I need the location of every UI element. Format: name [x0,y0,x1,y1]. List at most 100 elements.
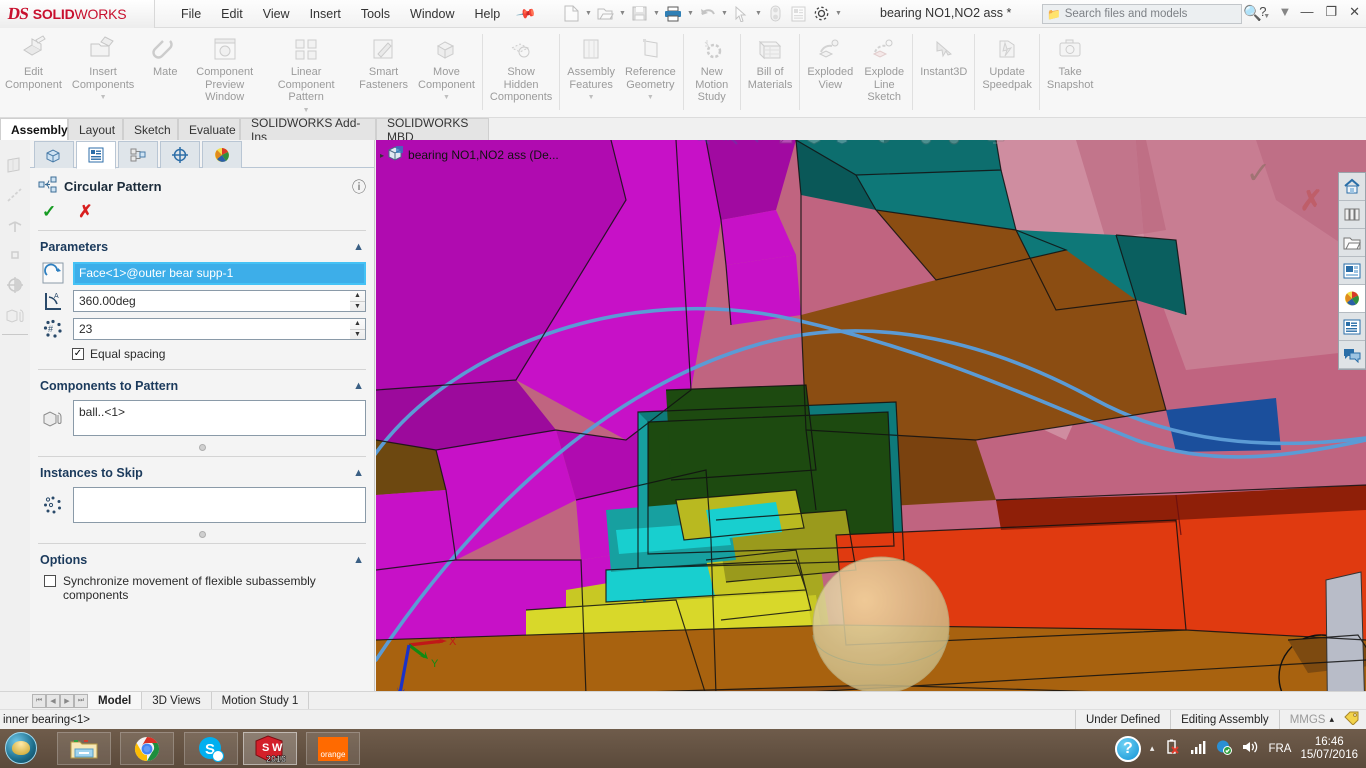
menu-view[interactable]: View [253,3,300,25]
update-speedpak-button[interactable]: Update Speedpak [977,31,1037,91]
flash-player-update-icon[interactable] [1215,739,1233,758]
tab-nav-prev[interactable]: ◀ [46,693,60,708]
stepper-up-icon[interactable]: ▲ [350,291,365,302]
tab-3d-views[interactable]: 3D Views [142,691,212,710]
insert-components-button[interactable]: Insert Components ▼ [67,31,139,105]
previous-view-icon[interactable] [746,140,770,149]
hide-show-icon[interactable] [872,140,896,149]
taskbar-chrome-button[interactable] [120,732,174,765]
linear-component-pattern-button[interactable]: Linear Component Pattern ▼ [258,31,354,117]
tray-expand-icon[interactable]: ▴ [1150,743,1155,754]
equal-spacing-checkbox[interactable]: ✓ [72,348,84,360]
tab-sketch[interactable]: Sketch [123,118,178,140]
show-hidden-components-button[interactable]: Show Hidden Components [485,31,557,104]
assembly-features-button[interactable]: Assembly Features ▼ [562,31,620,105]
tab-nav-first[interactable]: ⏮ [32,693,46,708]
tab-motion-study-1[interactable]: Motion Study 1 [212,691,310,710]
tab-nav-last[interactable]: ⏭ [74,693,88,708]
select-caret[interactable]: ▼ [753,10,763,17]
menu-help[interactable]: Help [465,3,511,25]
appearances-scenes-icon[interactable] [1339,285,1365,313]
resize-dot-2[interactable] [198,531,206,538]
options-caret[interactable]: ▼ [833,10,843,17]
undo-caret[interactable]: ▼ [719,10,729,17]
mate-reference-icon[interactable] [0,270,30,300]
hide-show-caret[interactable]: ▼ [900,140,910,141]
total-angle-input[interactable]: 360.00deg [73,290,350,312]
view-settings-caret[interactable]: ▼ [1012,140,1022,141]
total-angle-stepper[interactable]: ▲ ▼ [350,290,366,312]
component-preview-window-button[interactable]: Component Preview Window [191,31,258,104]
resize-dot[interactable] [198,444,206,451]
minimize-button[interactable]: — [1300,4,1313,20]
solidworks-resources-home-icon[interactable] [1339,173,1365,201]
components-header[interactable]: Components to Pattern ▲ [38,376,366,396]
confirm-check-icon[interactable]: ✓ [1246,156,1271,191]
apply-scene-icon[interactable] [942,140,966,149]
save-caret[interactable]: ▼ [651,10,661,17]
save-icon[interactable] [628,3,650,25]
custom-properties-icon[interactable] [1339,313,1365,341]
tab-model[interactable]: Model [88,691,143,710]
close-button[interactable]: ✕ [1349,4,1360,20]
tab-evaluate[interactable]: Evaluate [178,118,240,140]
tab-solidworks-mbd[interactable]: SOLIDWORKS MBD [376,116,489,144]
graphics-viewport[interactable]: X Y Z ▸ bearing NO1,NO2 ass (De... [376,140,1366,695]
file-properties-icon[interactable] [787,3,809,25]
print-icon[interactable] [662,3,684,25]
rebuild-icon[interactable] [764,3,786,25]
clock[interactable]: 16:46 15/07/2016 [1300,736,1358,762]
smart-fasteners-button[interactable]: Smart Fasteners [354,31,413,91]
open-icon[interactable] [594,3,616,25]
taskbar-solidworks-button[interactable]: S W 2016 [243,732,297,765]
open-caret[interactable]: ▼ [617,10,627,17]
accept-button[interactable]: ✓ [42,202,56,222]
taskbar-orange-button[interactable]: orange [306,732,360,765]
skip-header[interactable]: Instances to Skip ▲ [38,463,366,483]
display-style-caret[interactable]: ▼ [858,140,868,141]
cancel-button[interactable]: ✗ [78,202,92,222]
section-view-icon[interactable] [774,140,798,149]
tab-layout[interactable]: Layout [68,118,123,140]
options-gear-icon[interactable] [810,3,832,25]
mate-button[interactable]: Mate [139,31,191,79]
instant3d-button[interactable]: Instant3D [915,31,972,79]
status-units-caret[interactable]: ▴ [1329,714,1344,725]
take-snapshot-button[interactable]: Take Snapshot [1042,31,1098,91]
search-input[interactable]: 📁 Search files and models [1042,4,1242,24]
stepper-down-icon[interactable]: ▼ [350,302,365,312]
skip-input[interactable] [73,487,366,523]
instances-stepper-up-icon[interactable]: ▲ [350,319,365,330]
language-indicator[interactable]: FRA [1268,743,1291,755]
menu-edit[interactable]: Edit [211,3,253,25]
sync-movement-row[interactable]: Synchronize movement of flexible subasse… [38,570,366,602]
dimxpert-manager-tab[interactable] [160,141,200,168]
start-orb-icon[interactable] [5,732,37,764]
components-input[interactable]: ball..<1> [73,400,366,436]
help-question-icon[interactable]: ⓘ [352,177,366,197]
instances-stepper[interactable]: ▲ ▼ [350,318,366,340]
undo-icon[interactable] [696,3,718,25]
zoom-to-fit-icon[interactable] [690,140,714,149]
zoom-to-area-icon[interactable] [718,140,742,149]
viewport-feature-tree-header[interactable]: ▸ bearing NO1,NO2 ass (De... [380,146,559,164]
equal-spacing-row[interactable]: ✓ Equal spacing [72,347,366,361]
print-caret[interactable]: ▼ [685,10,695,17]
apply-scene-caret[interactable]: ▼ [970,140,980,141]
chevron-up-icon[interactable]: ▲ [353,241,364,253]
menu-window[interactable]: Window [400,3,464,25]
taskbar-skype-button[interactable]: S [184,732,238,765]
chevron-up-icon-3[interactable]: ▲ [353,467,364,479]
reference-plane-icon[interactable] [0,150,30,180]
exploded-view-button[interactable]: Exploded View [802,31,858,91]
pattern-axis-input[interactable]: Face<1>@outer bear supp-1 [73,261,366,285]
options-header[interactable]: Options ▲ [38,550,366,570]
menu-insert[interactable]: Insert [300,3,351,25]
parameters-header[interactable]: Parameters ▲ [38,237,366,257]
coordinate-system-icon[interactable] [0,210,30,240]
feature-tree-tab[interactable] [34,141,74,168]
battery-error-icon[interactable] [1163,739,1180,758]
explode-line-sketch-button[interactable]: Explode Line Sketch [858,31,910,104]
tree-expand-arrow-icon[interactable]: ▸ [380,151,384,160]
reference-geometry-dropdown[interactable]: ▼ [647,92,654,105]
